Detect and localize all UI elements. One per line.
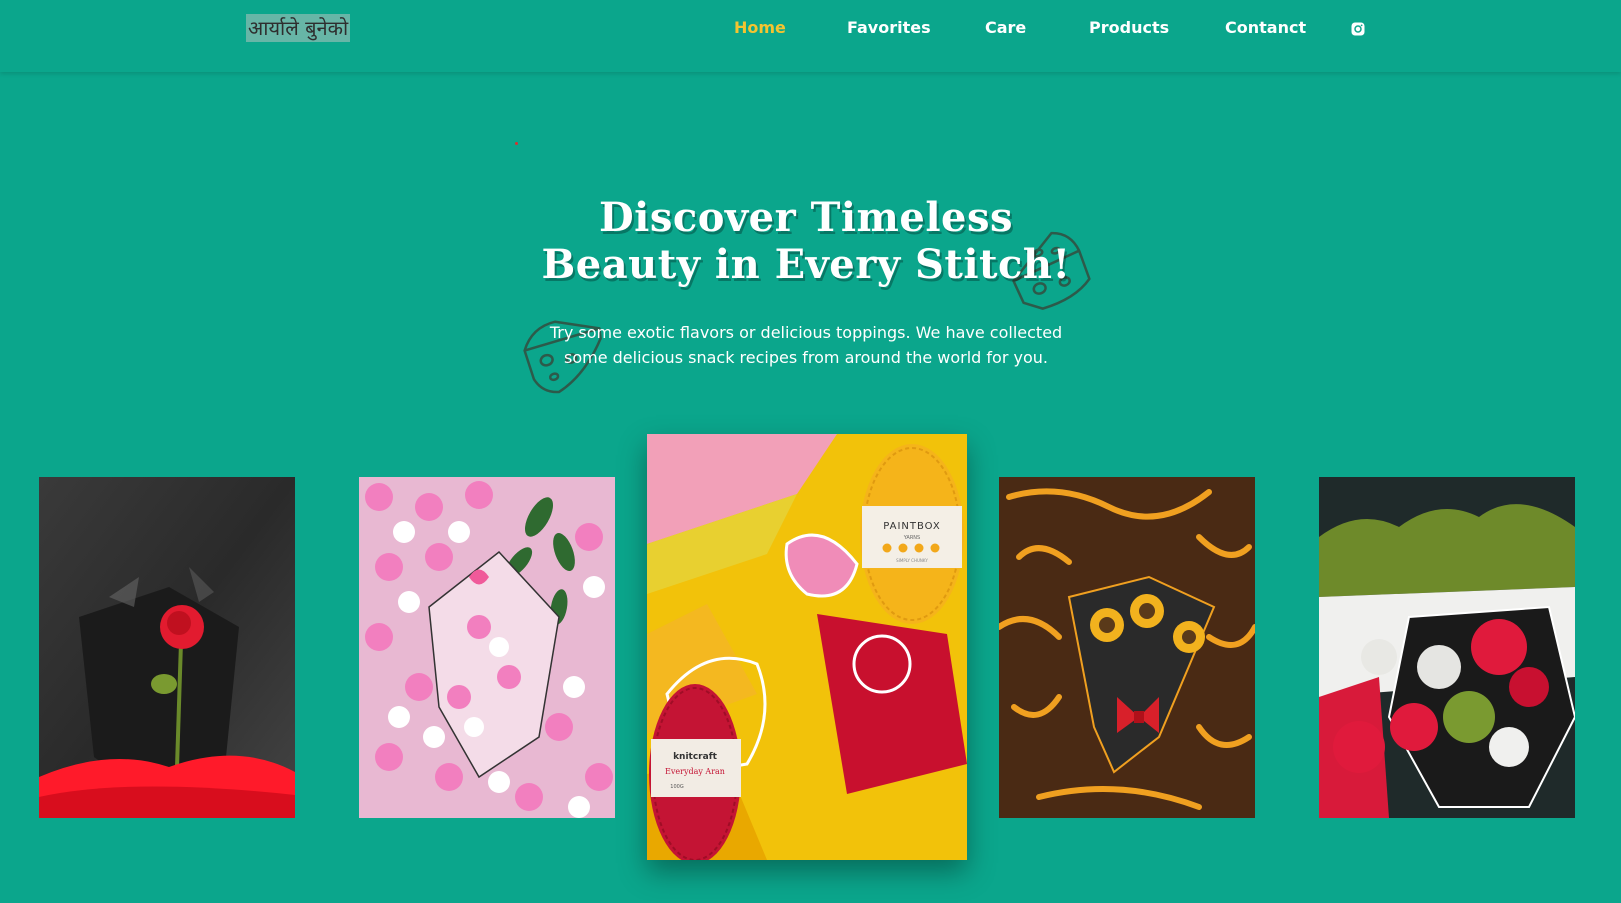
nav-item-contanct[interactable]: Contanct	[1225, 17, 1306, 39]
site-header: आर्याले बुनेको Home Favorites Care Produ…	[0, 0, 1621, 72]
nav-item-favorites[interactable]: Favorites	[847, 17, 931, 39]
yarn-sub-label: SIMPLY CHUNKY	[896, 558, 928, 563]
nav-item-care[interactable]: Care	[985, 17, 1026, 39]
yarn-weight-label: 100G	[670, 784, 684, 790]
hero-title: Discover Timeless Beauty in Every Stitch…	[500, 194, 1112, 288]
yarn-line-label: Everyday Aran	[665, 767, 725, 776]
hero-title-line: Beauty in Every Stitch!	[541, 241, 1071, 288]
gallery-image-rose[interactable]	[39, 477, 295, 818]
nav-item-products[interactable]: Products	[1089, 17, 1169, 39]
hero-subtitle-line: some delicious snack recipes from around…	[563, 348, 1048, 367]
site-logo[interactable]: आर्याले बुनेको	[246, 14, 351, 42]
gallery-image-lilies[interactable]	[359, 477, 615, 818]
hero-subtitle: Try some exotic flavors or delicious top…	[530, 320, 1082, 370]
hero-title-line: Discover Timeless	[598, 194, 1014, 241]
hero-subtitle-line: Try some exotic flavors or delicious top…	[549, 323, 1063, 342]
yarn-brand-label: knitcraft	[673, 752, 718, 762]
yarn-brand-label: PAINTBOX	[883, 521, 941, 532]
gallery-image-carnations[interactable]	[1319, 477, 1575, 818]
gallery-image-sunflowers[interactable]	[999, 477, 1255, 818]
yarn-line-label: YARNS	[903, 535, 920, 541]
decorative-dot	[515, 142, 518, 145]
gallery-image-blanket[interactable]: PAINTBOX YARNS SIMPLY CHUNKY knitcraft E…	[647, 434, 967, 860]
instagram-icon[interactable]	[1351, 21, 1365, 36]
nav-item-home[interactable]: Home	[734, 17, 786, 39]
